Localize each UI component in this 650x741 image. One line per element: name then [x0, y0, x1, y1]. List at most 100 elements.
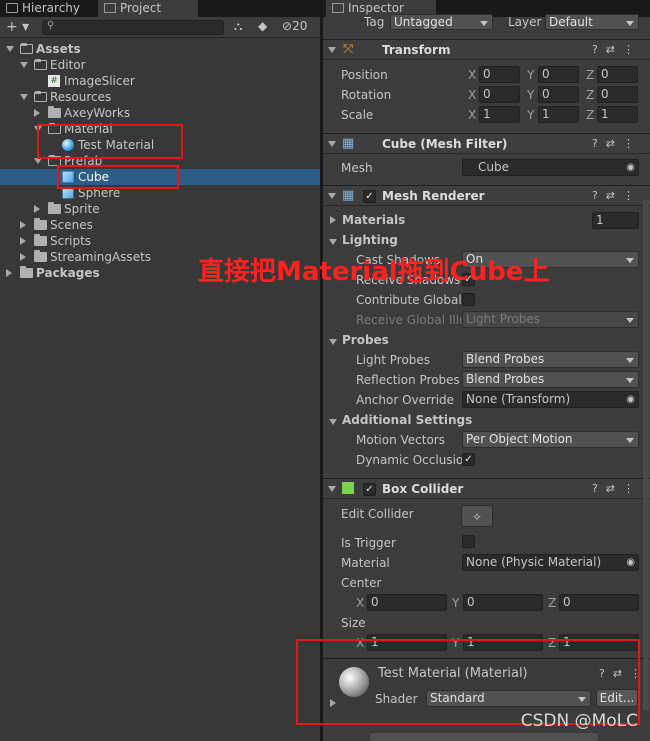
reflection-probes-dropdown[interactable]: Blend Probes [462, 371, 639, 388]
transform-scale-y-field[interactable]: 1 [538, 106, 579, 123]
tree-item-scripts[interactable]: Scripts [0, 233, 320, 249]
center-y-field[interactable]: 0 [463, 594, 543, 611]
transform-rotation-z-field[interactable]: 0 [597, 86, 638, 103]
tree-item-imageslicer[interactable]: # ImageSlicer [0, 73, 320, 89]
component-menu-icons[interactable]: ?⇄⋮ [599, 667, 649, 680]
materials-count-field[interactable]: 1 [592, 212, 639, 229]
tree-item-sprite[interactable]: Sprite [0, 201, 320, 217]
object-picker-icon[interactable]: ◉ [626, 392, 635, 407]
shader-edit-button[interactable]: Edit... [596, 689, 638, 707]
shader-dropdown[interactable]: Standard [426, 690, 591, 707]
dynamic-occlusion-checkbox[interactable]: ✓ [462, 453, 475, 466]
filter-by-type-icon[interactable]: ⛬ [234, 19, 242, 34]
mesh-renderer-header[interactable]: ▦ ✓ Mesh Renderer ?⇄⋮ [323, 185, 650, 206]
transform-scale-z-field[interactable]: 1 [597, 106, 638, 123]
folder-icon [104, 3, 116, 13]
light-probes-dropdown[interactable]: Blend Probes [462, 351, 639, 368]
size-z-field[interactable]: 1 [559, 634, 639, 651]
search-input[interactable]: ⚲ [42, 20, 224, 35]
collapse-arrow-icon[interactable] [20, 94, 28, 100]
tag-dropdown[interactable]: Untagged [390, 14, 493, 30]
center-z-label: Z [548, 596, 557, 610]
expand-arrow-icon[interactable] [20, 253, 26, 261]
size-y-field[interactable]: 1 [463, 634, 543, 651]
size-x-label: X [356, 636, 365, 650]
layer-dropdown[interactable]: Default [545, 14, 639, 30]
size-z-label: Z [548, 636, 557, 650]
tree-item-scenes[interactable]: Scenes [0, 217, 320, 233]
edit-collider-button[interactable]: ⟡ [461, 505, 493, 527]
component-menu-icons[interactable]: ?⇄⋮ [592, 482, 642, 495]
expand-arrow-icon[interactable] [34, 205, 40, 213]
mesh-filter-header[interactable]: ▦ Cube (Mesh Filter) ?⇄⋮ [323, 133, 650, 154]
center-x-field[interactable]: 0 [367, 594, 447, 611]
probes-label: Probes [342, 333, 389, 347]
collapse-arrow-icon[interactable] [329, 239, 337, 245]
tree-item-editor[interactable]: Editor [0, 57, 320, 73]
collapse-arrow-icon [328, 47, 336, 53]
axis-z-label: Z [586, 68, 595, 82]
tree-item-sphere[interactable]: Sphere [0, 185, 320, 201]
size-x-field[interactable]: 1 [367, 634, 447, 651]
axis-y-label: Y [527, 68, 535, 82]
transform-position-z-field[interactable]: 0 [597, 66, 638, 83]
center-z-field[interactable]: 0 [559, 594, 639, 611]
tree-item-resources[interactable]: Resources [0, 89, 320, 105]
collapse-arrow-icon[interactable] [34, 126, 42, 132]
object-picker-icon[interactable]: ◉ [626, 160, 635, 175]
collapse-arrow-icon[interactable] [6, 46, 14, 52]
expand-arrow-icon[interactable] [330, 699, 336, 707]
tab-hierarchy[interactable]: Hierarchy [0, 0, 96, 17]
inspector-scrollbar[interactable] [643, 200, 649, 710]
mesh-field[interactable]: Cube ◉ [462, 159, 639, 176]
collapse-arrow-icon [328, 486, 336, 492]
tree-item-prefab[interactable]: Prefab [0, 153, 320, 169]
collapse-arrow-icon[interactable] [20, 62, 28, 68]
collapse-arrow-icon[interactable] [329, 339, 337, 345]
add-component-button[interactable] [370, 733, 598, 741]
axis-x-label: X [468, 68, 477, 82]
contribute-gi-checkbox[interactable] [462, 293, 475, 306]
expand-arrow-icon[interactable] [34, 109, 40, 117]
component-menu-icons[interactable]: ?⇄⋮ [592, 43, 642, 56]
collapse-arrow-icon[interactable] [34, 158, 42, 164]
collider-material-field[interactable]: None (Physic Material) ◉ [462, 554, 639, 571]
expand-arrow-icon[interactable] [20, 221, 26, 229]
tree-item-assets[interactable]: Assets [0, 41, 320, 57]
add-button[interactable]: + ▾ [6, 19, 29, 35]
material-title: Test Material (Material) [378, 666, 528, 681]
folder-open-icon [34, 59, 47, 70]
tree-item-material[interactable]: Material [0, 121, 320, 137]
mesh-renderer-enabled-checkbox[interactable]: ✓ [363, 190, 376, 203]
box-collider-header[interactable]: ✓ Box Collider ?⇄⋮ [323, 478, 650, 499]
anchor-override-field[interactable]: None (Transform) ◉ [462, 391, 639, 408]
transform-position-y-field[interactable]: 0 [538, 66, 579, 83]
tree-item-axeyworks[interactable]: AxeyWorks [0, 105, 320, 121]
expand-arrow-icon[interactable] [6, 269, 12, 277]
expand-arrow-icon[interactable] [20, 237, 26, 245]
transform-position-x-field[interactable]: 0 [479, 66, 520, 83]
transform-header[interactable]: ⤧ Transform ?⇄⋮ [323, 39, 650, 60]
hidden-packages-toggle[interactable]: ⊘20 [282, 19, 307, 33]
collapse-arrow-icon[interactable] [329, 419, 337, 425]
transform-rotation-y-field[interactable]: 0 [538, 86, 579, 103]
filter-by-label-icon[interactable]: ◆ [258, 19, 267, 33]
tree-item-test-material[interactable]: Test Material [0, 137, 320, 153]
tab-project[interactable]: Project [98, 0, 198, 17]
axis-z-label: Z [586, 108, 595, 122]
axis-x-label: X [468, 88, 477, 102]
expand-arrow-icon[interactable] [330, 216, 336, 224]
transform-scale-x-field[interactable]: 1 [479, 106, 520, 123]
folder-icon [34, 250, 47, 262]
object-picker-icon[interactable]: ◉ [626, 555, 635, 570]
folder-open-icon [48, 123, 61, 134]
component-menu-icons[interactable]: ?⇄⋮ [592, 189, 642, 202]
component-menu-icons[interactable]: ?⇄⋮ [592, 137, 642, 150]
transform-rotation-x-field[interactable]: 0 [479, 86, 520, 103]
motion-vectors-dropdown[interactable]: Per Object Motion [462, 431, 639, 448]
dynamic-occlusion-label: Dynamic Occlusio [356, 453, 464, 467]
is-trigger-checkbox[interactable] [462, 535, 475, 548]
tree-item-label: Sprite [64, 202, 100, 216]
tree-item-cube[interactable]: Cube [0, 169, 320, 185]
box-collider-enabled-checkbox[interactable]: ✓ [363, 483, 376, 496]
